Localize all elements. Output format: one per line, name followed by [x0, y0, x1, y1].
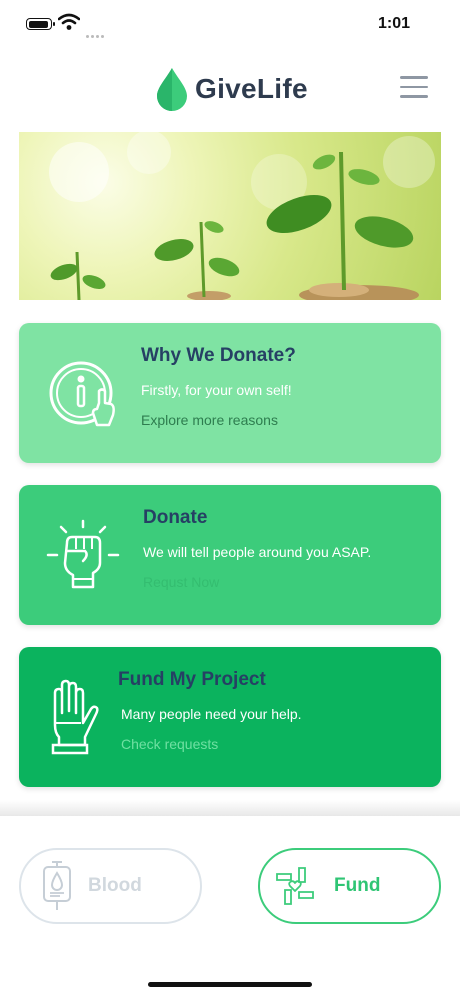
card-subtitle: Firstly, for your own self! — [141, 382, 292, 398]
fund-my-project-card[interactable]: Fund My Project Many people need your he… — [19, 647, 441, 787]
battery-icon — [26, 18, 55, 30]
card-subtitle: We will tell people around you ASAP. — [143, 544, 372, 560]
info-hand-icon — [49, 361, 115, 427]
tab-fund[interactable]: Fund — [258, 848, 441, 924]
wifi-icon — [58, 13, 80, 30]
raised-fist-icon — [46, 519, 120, 589]
donate-card[interactable]: Donate We will tell people around you AS… — [19, 485, 441, 625]
request-now-link[interactable]: Requst Now — [143, 574, 219, 590]
water-drop-icon — [157, 68, 187, 111]
bottom-bar-divider — [0, 800, 460, 816]
explore-more-reasons-link[interactable]: Explore more reasons — [141, 412, 278, 428]
app-title: GiveLife — [195, 73, 308, 104]
signal-icon — [86, 25, 106, 43]
helping-hands-heart-icon — [276, 867, 314, 905]
hamburger-menu-icon[interactable] — [400, 76, 428, 100]
check-requests-link[interactable]: Check requests — [121, 736, 218, 752]
app-logo: GiveLife — [155, 64, 308, 114]
status-time: 1:01 — [377, 15, 410, 32]
card-title: Donate — [143, 507, 208, 528]
app-header: GiveLife — [0, 60, 460, 120]
blood-bag-icon — [43, 861, 71, 910]
tab-label: Fund — [334, 875, 381, 896]
why-we-donate-card[interactable]: Why We Donate? Firstly, for your own sel… — [19, 323, 441, 463]
card-subtitle: Many people need your help. — [121, 706, 302, 722]
hero-banner-image — [19, 132, 441, 300]
tab-blood[interactable]: Blood — [19, 848, 202, 924]
home-indicator — [148, 982, 312, 987]
status-bar: 1:01 — [0, 0, 460, 50]
raised-hand-icon — [51, 679, 99, 755]
card-title: Why We Donate? — [141, 345, 296, 366]
card-title: Fund My Project — [118, 669, 266, 690]
tab-label: Blood — [88, 875, 142, 896]
